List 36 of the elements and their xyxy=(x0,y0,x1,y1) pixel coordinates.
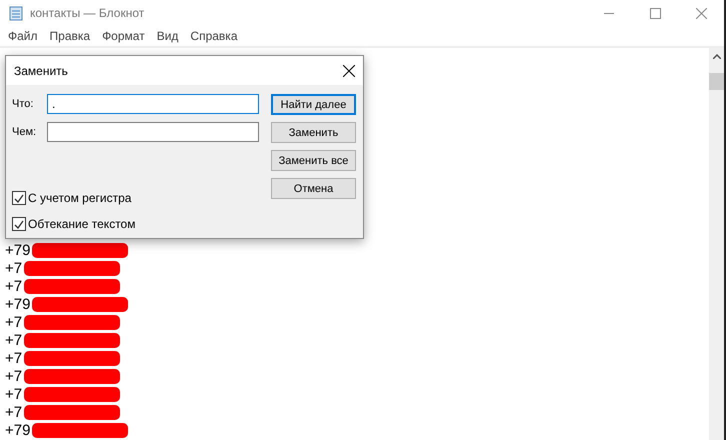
text-line: +7 xyxy=(5,386,22,402)
dialog-button[interactable]: Отмена xyxy=(271,178,356,199)
menu-item[interactable]: Файл xyxy=(2,29,44,43)
text-line: +79 xyxy=(5,422,30,438)
dialog-button[interactable]: Заменить xyxy=(271,122,356,143)
window-title: контакты — Блокнот xyxy=(30,6,144,20)
checkbox-label: С учетом регистра xyxy=(28,191,132,205)
find-field[interactable]: . xyxy=(47,94,259,114)
maximize-icon[interactable] xyxy=(650,8,660,18)
replace-field[interactable] xyxy=(47,122,259,142)
checkbox[interactable] xyxy=(12,191,26,205)
text-line: +7 xyxy=(5,314,22,330)
menu-item[interactable]: Вид xyxy=(150,29,184,43)
dialog-button[interactable]: Заменить все xyxy=(271,150,356,171)
dialog-button[interactable]: Найти далее xyxy=(271,94,356,115)
menu-item[interactable]: Правка xyxy=(44,29,96,43)
text-line: +7 xyxy=(5,404,22,420)
field-label: Чем: xyxy=(12,126,38,138)
text-line: +79 xyxy=(5,296,30,312)
text-line: +7 xyxy=(5,332,22,348)
checkbox-label: Обтекание текстом xyxy=(28,217,136,231)
dialog-title: Заменить xyxy=(14,64,68,78)
text-line: +79 xyxy=(5,242,30,258)
minimize-icon[interactable] xyxy=(604,12,614,14)
menu-item[interactable]: Справка xyxy=(184,29,244,43)
text-line: +7 xyxy=(5,260,22,276)
scroll-thumb[interactable] xyxy=(709,73,724,90)
scrollbar[interactable] xyxy=(709,48,724,440)
text-line: +7 xyxy=(5,278,22,294)
text-line: +7 xyxy=(5,350,22,366)
checkbox[interactable] xyxy=(12,217,26,231)
close-icon[interactable] xyxy=(343,64,355,76)
menu-item[interactable]: Формат xyxy=(96,29,151,43)
notepad-icon xyxy=(8,5,24,21)
field-label: Что: xyxy=(12,98,34,110)
text-line: +7 xyxy=(5,368,22,384)
